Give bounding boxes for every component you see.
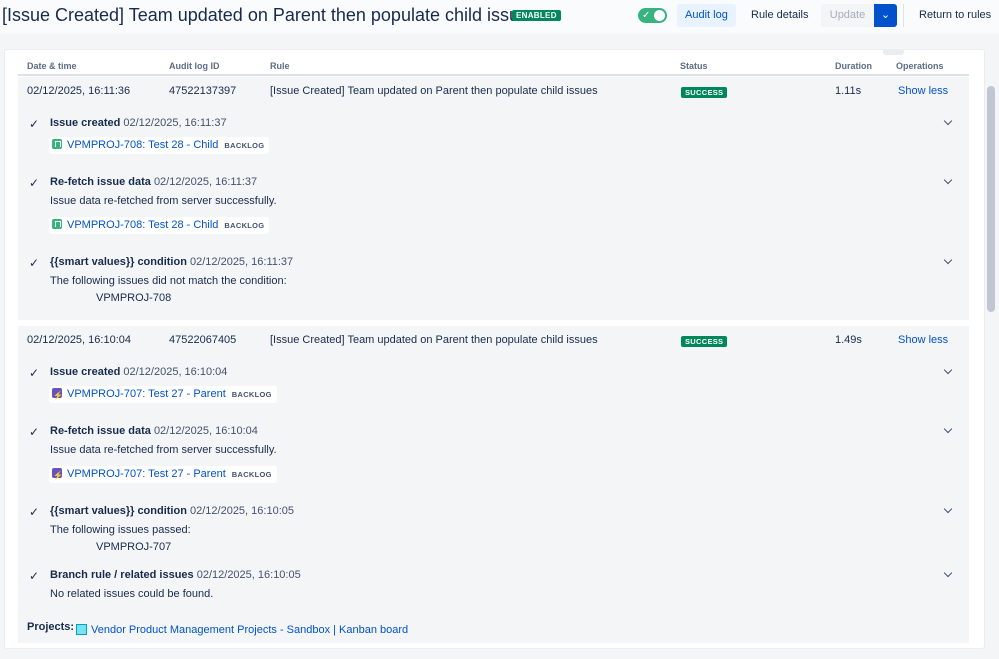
audit-log-tab[interactable]: Audit log — [677, 4, 736, 27]
step-title: Re-fetch issue data 02/12/2025, 16:10:04 — [50, 425, 258, 437]
update-button[interactable]: Update — [821, 4, 874, 27]
issue-link[interactable]: VPMPROJ-708: Test 28 - Child — [67, 139, 218, 151]
step-title: Issue created 02/12/2025, 16:10:04 — [50, 366, 227, 378]
column-duration: Duration — [835, 61, 872, 71]
step-title: Branch rule / related issues 02/12/2025,… — [50, 569, 301, 581]
update-dropdown-button[interactable]: ⌄ — [874, 4, 897, 27]
show-less-link[interactable]: Show less — [898, 85, 948, 97]
step-title: Re-fetch issue data 02/12/2025, 16:11:37 — [50, 176, 257, 188]
toggle-knob — [654, 10, 665, 21]
step-time: 02/12/2025, 16:10:04 — [153, 425, 258, 437]
step-name: Re-fetch issue data — [50, 176, 151, 188]
project-icon — [76, 624, 87, 635]
issue-status-lozenge: BACKLOG — [224, 141, 265, 150]
issue-link[interactable]: VPMPROJ-707: Test 27 - Parent — [67, 388, 226, 400]
show-less-link[interactable]: Show less — [898, 334, 948, 346]
audit-entry: 02/12/2025, 16:11:36 47522137397 [Issue … — [18, 77, 969, 320]
step-time: 02/12/2025, 16:10:05 — [190, 505, 294, 517]
audit-entry: 02/12/2025, 16:10:04 47522067405 [Issue … — [18, 326, 969, 643]
entry-duration: 1.49s — [835, 334, 862, 346]
chevron-down-icon: ⌄ — [880, 9, 891, 21]
issue-status-lozenge: BACKLOG — [231, 470, 272, 479]
check-icon: ✓ — [29, 569, 40, 583]
issue-link[interactable]: VPMPROJ-707: Test 27 - Parent — [67, 468, 226, 480]
story-icon — [52, 219, 62, 229]
step-time: 02/12/2025, 16:11:37 — [123, 117, 227, 129]
step-name: Re-fetch issue data — [50, 425, 151, 437]
issue-chip[interactable]: VPMPROJ-707: Test 27 - Parent BACKLOG — [49, 386, 277, 404]
rule-details-tab[interactable]: Rule details — [743, 4, 816, 27]
issue-status-lozenge: BACKLOG — [224, 221, 265, 230]
chevron-down-icon[interactable] — [943, 255, 953, 265]
project-link[interactable]: Vendor Product Management Projects - San… — [91, 624, 408, 636]
vertical-scrollbar[interactable] — [987, 86, 995, 312]
issue-key: VPMPROJ-707 — [96, 541, 172, 553]
step-name: Issue created — [50, 117, 121, 129]
chevron-down-icon[interactable] — [943, 568, 953, 578]
entry-date: 02/12/2025, 16:11:36 — [27, 85, 131, 97]
step-name: Issue created — [50, 366, 121, 378]
issue-chip[interactable]: VPMPROJ-708: Test 28 - Child BACKLOG — [49, 217, 270, 234]
step-name: {{smart values}} condition — [50, 256, 187, 268]
issue-key: VPMPROJ-708 — [96, 292, 172, 304]
step-title: {{smart values}} condition 02/12/2025, 1… — [50, 256, 293, 268]
step-time: 02/12/2025, 16:10:04 — [123, 366, 228, 378]
project-link-wrapper[interactable]: Vendor Product Management Projects - San… — [76, 624, 408, 636]
status-badge: SUCCESS — [681, 336, 728, 347]
chevron-down-icon[interactable] — [943, 504, 953, 514]
column-audit-id: Audit log ID — [169, 61, 220, 71]
check-icon: ✓ — [29, 117, 40, 131]
check-icon: ✓ — [29, 505, 40, 519]
rule-header: [Issue Created] Team updated on Parent t… — [0, 0, 999, 34]
entry-duration: 1.11s — [835, 85, 862, 97]
check-icon: ✓ — [29, 425, 40, 439]
step-message: No related issues could be found. — [50, 588, 214, 600]
step-name: {{smart values}} condition — [50, 505, 187, 517]
status-badge: SUCCESS — [681, 87, 728, 98]
column-date: Date & time — [27, 61, 77, 71]
epic-icon — [52, 387, 63, 404]
step-message: The following issues passed: — [50, 524, 191, 536]
step-title: Issue created 02/12/2025, 16:11:37 — [50, 117, 227, 129]
enabled-badge: ENABLED — [512, 10, 561, 21]
step-name: Branch rule / related issues — [50, 569, 194, 581]
page-title: [Issue Created] Team updated on Parent t… — [2, 5, 539, 25]
issue-chip[interactable]: VPMPROJ-708: Test 28 - Child BACKLOG — [49, 137, 270, 154]
entry-rule: [Issue Created] Team updated on Parent t… — [270, 85, 598, 97]
entry-audit-id: 47522137397 — [169, 85, 237, 97]
step-message: The following issues did not match the c… — [50, 275, 287, 287]
toggle-check-icon: ✓ — [642, 10, 651, 21]
header-divider — [903, 4, 904, 27]
chevron-down-icon[interactable] — [943, 175, 953, 185]
step-time: 02/12/2025, 16:10:05 — [196, 569, 301, 581]
issue-chip[interactable]: VPMPROJ-707: Test 27 - Parent BACKLOG — [49, 466, 277, 484]
issue-link[interactable]: VPMPROJ-708: Test 28 - Child — [67, 219, 218, 231]
panel-scroll-tab — [883, 49, 904, 55]
check-icon: ✓ — [29, 256, 40, 270]
step-time: 02/12/2025, 16:11:37 — [153, 176, 258, 188]
column-operations: Operations — [896, 61, 944, 71]
return-to-rules-button[interactable]: Return to rules — [911, 4, 999, 27]
chevron-down-icon[interactable] — [943, 424, 953, 434]
check-icon: ✓ — [29, 366, 40, 380]
check-icon: ✓ — [29, 176, 40, 190]
story-icon — [52, 139, 62, 149]
rule-enabled-toggle[interactable]: ✓ — [638, 8, 667, 23]
chevron-down-icon[interactable] — [943, 116, 953, 126]
step-title: {{smart values}} condition 02/12/2025, 1… — [50, 505, 294, 517]
column-rule: Rule — [270, 61, 290, 71]
issue-status-lozenge: BACKLOG — [231, 390, 272, 399]
step-message: Issue data re-fetched from server succes… — [50, 444, 277, 456]
audit-table-header: Date & time Audit log ID Rule Status Dur… — [18, 56, 969, 76]
entry-audit-id: 47522067405 — [169, 334, 237, 346]
epic-icon — [52, 467, 63, 484]
chevron-down-icon[interactable] — [943, 365, 953, 375]
column-status: Status — [680, 61, 708, 71]
entry-rule: [Issue Created] Team updated on Parent t… — [270, 334, 598, 346]
entry-date: 02/12/2025, 16:10:04 — [27, 334, 131, 346]
projects-label: Projects: — [27, 621, 75, 633]
step-message: Issue data re-fetched from server succes… — [50, 195, 277, 207]
step-time: 02/12/2025, 16:11:37 — [190, 256, 294, 268]
